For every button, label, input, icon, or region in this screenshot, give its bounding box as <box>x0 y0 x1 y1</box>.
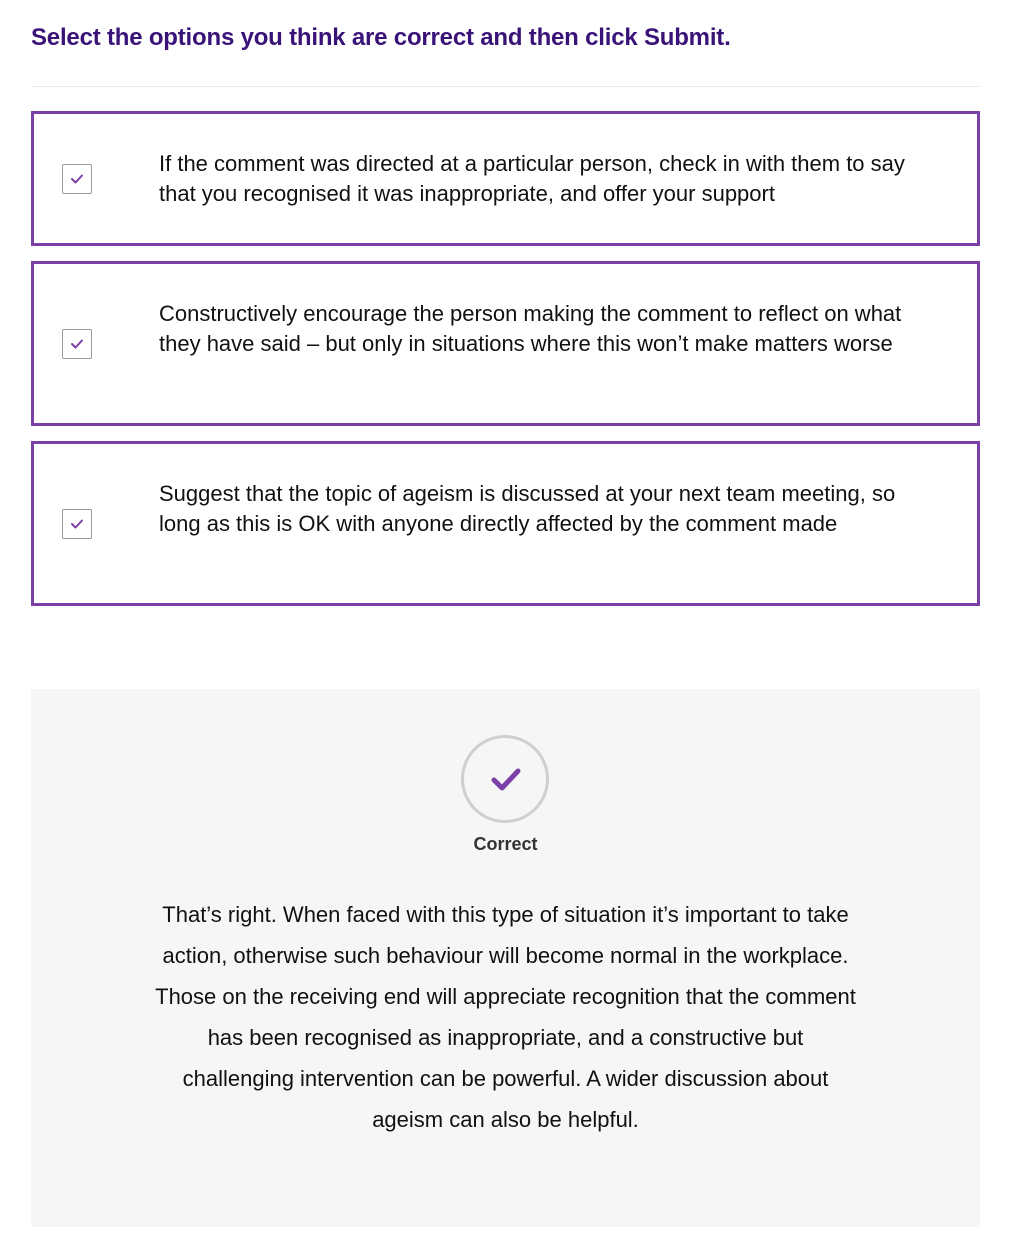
check-icon <box>71 174 83 184</box>
feedback-panel: Correct That’s right. When faced with th… <box>31 689 980 1227</box>
result-status-circle <box>461 735 549 823</box>
check-icon <box>491 768 521 791</box>
option-label: Constructively encourage the person maki… <box>159 301 902 356</box>
check-icon <box>71 339 83 349</box>
answer-option-2[interactable]: Constructively encourage the person maki… <box>31 261 980 426</box>
option-checkbox[interactable] <box>62 329 92 359</box>
answer-option-3[interactable]: Suggest that the topic of ageism is disc… <box>31 441 980 606</box>
check-icon <box>71 519 83 529</box>
quiz-instruction: Select the options you think are correct… <box>31 24 731 51</box>
option-checkbox[interactable] <box>62 509 92 539</box>
option-label: Suggest that the topic of ageism is disc… <box>159 481 896 536</box>
divider <box>31 86 980 87</box>
feedback-message: That’s right. When faced with this type … <box>155 902 856 1132</box>
quiz-page: Select the options you think are correct… <box>0 0 1009 1249</box>
option-checkbox[interactable] <box>62 164 92 194</box>
answer-option-1[interactable]: If the comment was directed at a particu… <box>31 111 980 246</box>
result-status-label: Correct <box>473 834 538 854</box>
option-label: If the comment was directed at a particu… <box>159 151 905 206</box>
